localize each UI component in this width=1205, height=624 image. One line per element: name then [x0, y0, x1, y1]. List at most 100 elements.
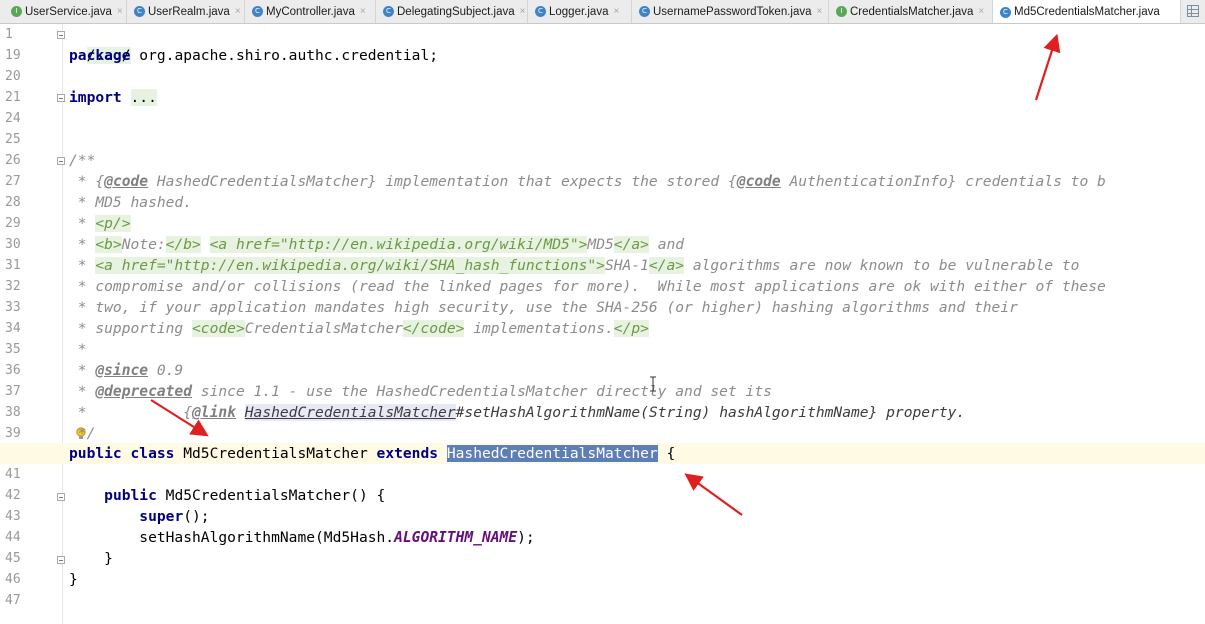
line-number[interactable]: 31 — [5, 255, 45, 276]
line-number[interactable]: 34 — [5, 318, 45, 339]
doc-text: SHA-1 — [604, 257, 649, 274]
line-number[interactable]: 29 — [5, 213, 45, 234]
code-line-33[interactable]: * two, if your application mandates high… — [69, 297, 1018, 318]
html-tag: </b> — [165, 236, 201, 253]
doc-text: * compromise and/or collisions (read the… — [69, 278, 1106, 295]
fold-marker[interactable] — [57, 157, 65, 165]
editor-tab[interactable]: I UserService.java × — [4, 0, 127, 23]
doc-text: * { — [69, 173, 105, 190]
editor-tab[interactable]: C UsernamePasswordToken.java × — [632, 0, 829, 23]
line-number[interactable]: 1 — [5, 24, 45, 45]
close-tab-icon[interactable]: × — [613, 6, 619, 17]
code-line-43[interactable]: super(); — [69, 506, 210, 527]
line-number[interactable]: 26 — [5, 150, 45, 171]
editor-tab[interactable]: C Logger.java × — [528, 0, 632, 23]
line-number[interactable]: 45 — [5, 548, 45, 569]
code-line-35[interactable]: * — [69, 339, 87, 360]
line-number[interactable]: 35 — [5, 339, 45, 360]
code-line-39[interactable]: */ — [69, 423, 96, 444]
code-text: (); — [183, 508, 210, 525]
editor-tab[interactable]: I CredentialsMatcher.java × — [829, 0, 993, 23]
code-line-34[interactable]: * supporting <code>CredentialsMatcher</c… — [69, 318, 649, 339]
line-number[interactable]: 33 — [5, 297, 45, 318]
line-number[interactable]: 21 — [5, 87, 45, 108]
close-tab-icon[interactable]: × — [520, 6, 526, 17]
close-tab-icon[interactable]: × — [235, 6, 241, 17]
line-number[interactable]: 41 — [5, 464, 45, 485]
fold-marker[interactable] — [57, 31, 65, 39]
line-number[interactable]: 32 — [5, 276, 45, 297]
text-cursor-icon — [650, 376, 656, 392]
editor-tab[interactable]: C MyController.java × — [245, 0, 376, 23]
tab-label: UserRealm.java — [148, 5, 230, 18]
code-line-40[interactable]: public class Md5CredentialsMatcher exten… — [69, 443, 675, 464]
doc-text: * { — [69, 404, 193, 421]
code-line-27[interactable]: * {@code HashedCredentialsMatcher} imple… — [69, 171, 1106, 192]
line-number[interactable]: 27 — [5, 171, 45, 192]
line-number[interactable]: 28 — [5, 192, 45, 213]
folded-imports[interactable]: ... — [130, 89, 157, 106]
code-line-28[interactable]: * MD5 hashed. — [69, 192, 192, 213]
fold-marker[interactable] — [57, 94, 65, 102]
doc-comment: /** — [69, 152, 96, 169]
line-number[interactable]: 20 — [5, 66, 45, 87]
code-line-29[interactable]: * <p/> — [69, 213, 131, 234]
html-tag: </p> — [613, 320, 649, 337]
doc-text: since 1.1 - use the HashedCredentialsMat… — [192, 383, 772, 400]
line-number[interactable]: 47 — [5, 590, 45, 611]
code-line-26[interactable]: /** — [69, 150, 95, 171]
selected-superclass-name[interactable]: HashedCredentialsMatcher — [446, 445, 658, 462]
editor-tab[interactable]: C Md5CredentialsMatcher.java — [993, 0, 1181, 23]
arrow-to-active-tab — [1034, 33, 1061, 101]
code-line-38[interactable]: * {@link HashedCredentialsMatcher#setHas… — [69, 402, 965, 423]
html-tag: <p/> — [95, 215, 131, 232]
line-number[interactable]: 43 — [5, 506, 45, 527]
code-line-30[interactable]: * <b>Note:</b> <a href="http://en.wikipe… — [69, 234, 684, 255]
editor-tab[interactable]: C DelegatingSubject.java × — [376, 0, 528, 23]
close-tab-icon[interactable]: × — [360, 6, 366, 17]
gutter-divider — [62, 24, 63, 624]
code-line-42[interactable]: public Md5CredentialsMatcher() { — [69, 485, 385, 506]
line-number[interactable]: 38 — [5, 402, 45, 423]
code-line-37[interactable]: * @deprecated since 1.1 - use the Hashed… — [69, 381, 772, 402]
close-tab-icon[interactable]: × — [817, 6, 823, 17]
doc-text: 0.9 — [148, 362, 184, 379]
doc-text: #setHashAlgorithmName(String) hashAlgori… — [455, 404, 966, 421]
close-tab-icon[interactable]: × — [978, 6, 984, 17]
constructor-signature: Md5CredentialsMatcher() { — [156, 487, 386, 504]
line-number[interactable]: 39 — [5, 423, 45, 444]
code-line-1[interactable]: /.../ — [69, 24, 131, 64]
code-line-44[interactable]: setHashAlgorithmName(Md5Hash.ALGORITHM_N… — [69, 527, 534, 548]
table-icon[interactable] — [1187, 5, 1199, 17]
editor-tab[interactable]: C UserRealm.java × — [127, 0, 245, 23]
code-line-32[interactable]: * compromise and/or collisions (read the… — [69, 276, 1106, 297]
doc-comment-end: */ — [69, 425, 96, 442]
doc-text: * — [69, 383, 96, 400]
line-number[interactable]: 44 — [5, 527, 45, 548]
line-number[interactable]: 42 — [5, 485, 45, 506]
doc-text: Note: — [121, 236, 166, 253]
code-line-46[interactable]: } — [69, 569, 78, 590]
fold-marker[interactable] — [57, 556, 65, 564]
code-line-21[interactable]: import ... — [69, 87, 157, 108]
code-line-36[interactable]: * @since 0.9 — [69, 360, 183, 381]
doc-tag: @deprecated — [95, 383, 193, 400]
class-file-icon: C — [252, 6, 263, 17]
code-line-45[interactable]: } — [69, 548, 113, 569]
line-number[interactable]: 36 — [5, 360, 45, 381]
doc-text: * — [69, 215, 96, 232]
html-tag: <a href="http://en.wikipedia.org/wiki/MD… — [209, 236, 588, 253]
line-number[interactable]: 19 — [5, 45, 45, 66]
line-number[interactable]: 37 — [5, 381, 45, 402]
line-number[interactable]: 30 — [5, 234, 45, 255]
line-number[interactable]: 24 — [5, 108, 45, 129]
line-number[interactable]: 25 — [5, 129, 45, 150]
code-line-19[interactable]: package org.apache.shiro.authc.credentia… — [69, 45, 438, 66]
line-number[interactable]: 46 — [5, 569, 45, 590]
javadoc-link-reference[interactable]: HashedCredentialsMatcher — [244, 404, 456, 421]
close-tab-icon[interactable]: × — [117, 6, 123, 17]
code-line-31[interactable]: * <a href="http://en.wikipedia.org/wiki/… — [69, 255, 1079, 276]
html-tag: <a href="http://en.wikipedia.org/wiki/SH… — [95, 257, 605, 274]
fold-marker[interactable] — [57, 493, 65, 501]
